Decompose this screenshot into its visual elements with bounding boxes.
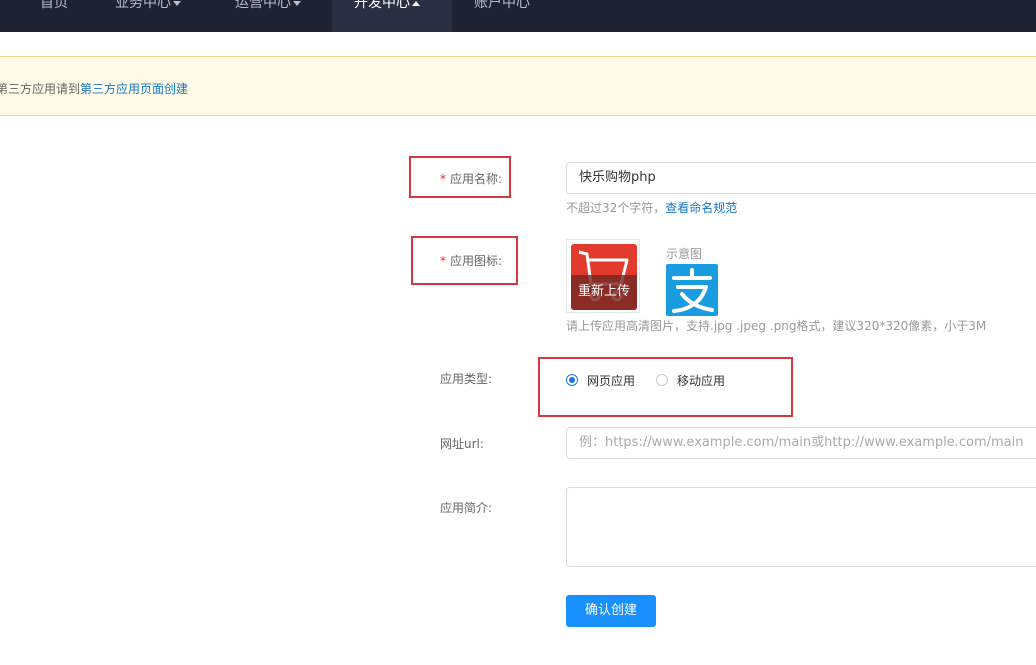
alipay-sample-icon [666,264,718,316]
required-asterisk: * [440,172,446,186]
nav-item-label: 运营中心 [235,0,291,11]
notice-banner: 第三方应用请到第三方应用页面创建 [0,56,1036,116]
url-label: 网址url: [440,437,484,451]
nav-item-account[interactable]: 账户中心 [474,0,530,32]
reupload-button[interactable]: 重新上传 [571,280,637,299]
third-party-app-link[interactable]: 第三方应用页面创建 [80,82,188,96]
nav-item-business[interactable]: 业务中心 [115,0,181,32]
app-name-hint: 不超过32个字符，查看命名规范 [566,201,738,215]
radio-web-app[interactable] [566,374,578,386]
app-icon-preview: 重新上传 [571,244,637,310]
notice-text: 第三方应用请到第三方应用页面创建 [0,80,188,97]
highlight-box-app-type [538,357,793,417]
sample-image-label: 示意图 [666,247,703,261]
app-icon-hint: 请上传应用高清图片，支持.jpg .jpeg .png格式，建议320*320像… [566,319,987,333]
chevron-down-icon [293,0,301,6]
nav-item-home[interactable]: 首页 [40,0,68,32]
top-nav: 首页 业务中心 运营中心 开发中心 账户中心 [0,0,1036,32]
nav-item-operations[interactable]: 运营中心 [235,0,301,32]
chevron-up-icon [412,0,420,6]
notice-prefix: 第三方应用请到 [0,82,81,96]
app-name-label: * 应用名称: [440,172,503,186]
required-asterisk: * [440,254,446,268]
nav-item-label: 开发中心 [354,0,410,11]
nav-item-label: 账户中心 [474,0,530,11]
app-icon-label: * 应用图标: [440,254,503,268]
intro-textarea[interactable] [566,487,1036,567]
app-name-input[interactable]: 快乐购物php [566,162,1036,194]
nav-item-label: 业务中心 [115,0,171,11]
url-input[interactable]: 例：https://www.example.com/main或http://ww… [566,427,1036,459]
nav-item-label: 首页 [40,0,68,11]
nav-item-developer[interactable]: 开发中心 [332,0,452,32]
radio-web-app-label[interactable]: 网页应用 [587,372,635,389]
intro-label: 应用简介: [440,501,493,515]
app-icon-upload[interactable]: 重新上传 [566,239,640,313]
naming-rules-link[interactable]: 查看命名规范 [665,201,737,215]
app-type-label: 应用类型: [440,372,493,386]
radio-mobile-app-label[interactable]: 移动应用 [677,372,725,389]
alipay-logo-icon [672,268,714,313]
confirm-create-button[interactable]: 确认创建 [566,595,656,627]
chevron-down-icon [173,0,181,6]
radio-mobile-app[interactable] [656,374,668,386]
